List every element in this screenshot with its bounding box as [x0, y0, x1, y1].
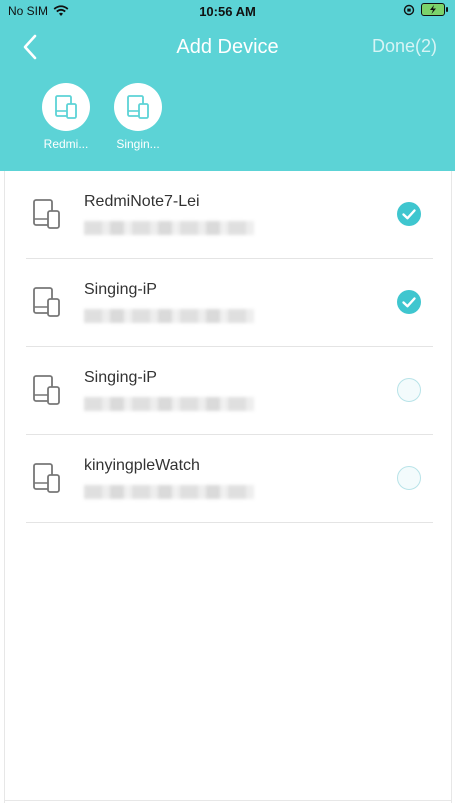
select-toggle[interactable]	[397, 202, 421, 226]
status-time: 10:56 AM	[199, 4, 256, 19]
frame-border-bottom	[4, 800, 452, 801]
devices-icon	[33, 375, 60, 405]
device-name: Singing-iP	[84, 281, 157, 298]
devices-icon	[33, 287, 60, 317]
selected-device-chip[interactable]: Redmi...	[35, 83, 97, 151]
device-row[interactable]: Singing-iP	[26, 259, 433, 347]
nav-bar: Add Device Done(2)	[0, 28, 455, 68]
select-toggle[interactable]	[397, 290, 421, 314]
checkmark-icon	[402, 297, 416, 308]
done-button[interactable]: Done(2)	[372, 36, 437, 57]
device-detail-blurred	[84, 221, 254, 235]
device-name: kinyingpleWatch	[84, 457, 200, 474]
status-right	[403, 3, 448, 16]
selected-device-chip[interactable]: Singin...	[107, 83, 169, 151]
device-row[interactable]: Singing-iP	[26, 347, 433, 435]
devices-icon	[127, 95, 149, 119]
battery-icon	[421, 3, 448, 16]
device-row[interactable]: RedmiNote7-Lei	[26, 171, 433, 259]
chip-label: Redmi...	[43, 137, 89, 151]
device-list: RedmiNote7-Lei Singing-iP Singing-iP kin…	[0, 171, 455, 523]
select-toggle[interactable]	[397, 466, 421, 490]
chip-avatar	[42, 83, 90, 131]
device-detail-blurred	[84, 309, 254, 323]
device-detail-blurred	[84, 397, 254, 411]
devices-icon	[33, 463, 60, 493]
chip-avatar	[114, 83, 162, 131]
status-bar: No SIM 10:56 AM	[0, 0, 455, 24]
device-detail-blurred	[84, 485, 254, 499]
select-toggle[interactable]	[397, 378, 421, 402]
devices-icon	[55, 95, 77, 119]
device-row[interactable]: kinyingpleWatch	[26, 435, 433, 523]
chip-label: Singin...	[116, 137, 160, 151]
checkmark-icon	[402, 209, 416, 220]
device-name: Singing-iP	[84, 369, 157, 386]
devices-icon	[33, 199, 60, 229]
orientation-lock-icon	[403, 4, 415, 15]
header: No SIM 10:56 AM Add Device Done(2) Redmi…	[0, 0, 455, 171]
device-name: RedmiNote7-Lei	[84, 193, 200, 210]
